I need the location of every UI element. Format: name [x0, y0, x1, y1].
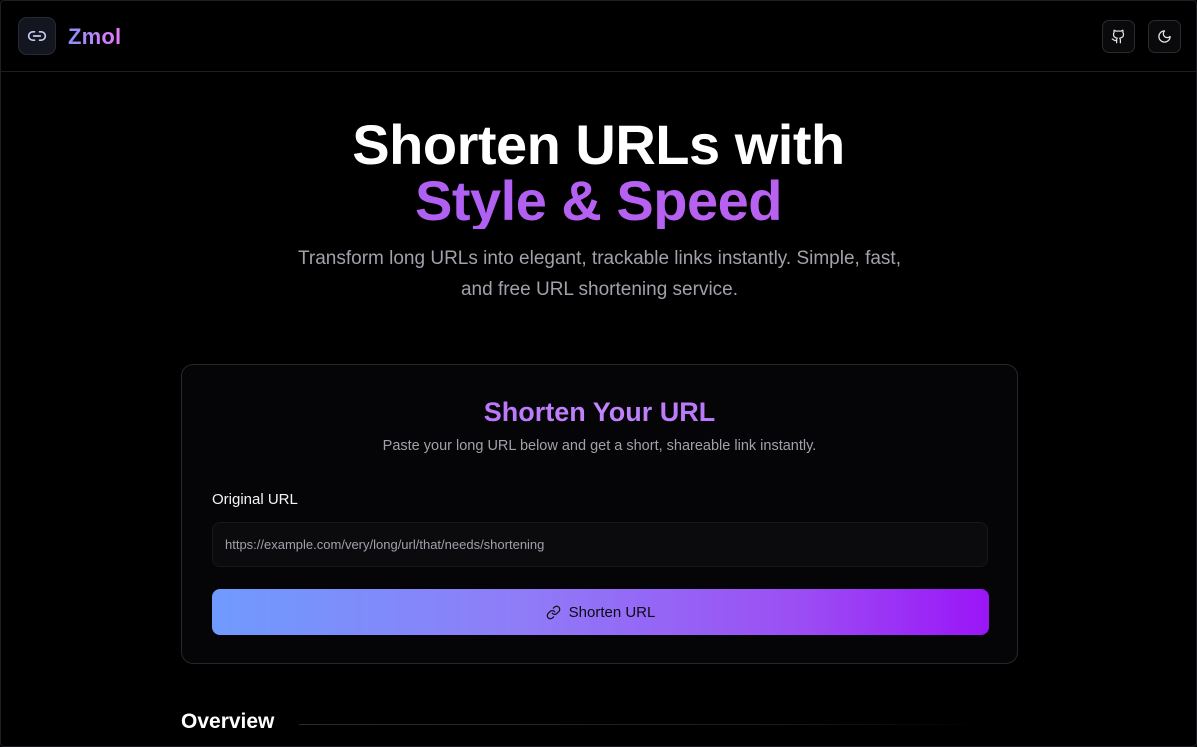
- card-title: Shorten Your URL: [182, 397, 1017, 428]
- github-icon: [1111, 29, 1125, 44]
- original-url-input[interactable]: [212, 522, 988, 567]
- app-window: Zmol Shorten URLs with Style & Speed Tra…: [0, 0, 1197, 747]
- hero-title-line1: Shorten URLs with: [352, 113, 845, 176]
- overview-heading: Overview: [181, 710, 275, 733]
- theme-toggle-button[interactable]: [1148, 20, 1181, 53]
- moon-icon: [1158, 30, 1171, 43]
- link-icon: [546, 605, 560, 619]
- shorten-card: Shorten Your URL Paste your long URL bel…: [181, 364, 1018, 664]
- original-url-label: Original URL: [212, 491, 298, 508]
- shorten-url-button[interactable]: Shorten URL: [212, 589, 989, 635]
- brand-name[interactable]: Zmol: [68, 24, 121, 50]
- top-navbar: Zmol: [1, 1, 1196, 72]
- link-icon: [27, 31, 47, 42]
- logo-button[interactable]: [18, 17, 56, 55]
- card-subtitle: Paste your long URL below and get a shor…: [382, 438, 817, 454]
- github-button[interactable]: [1102, 20, 1135, 53]
- hero-title-line2: Style & Speed: [1, 173, 1196, 229]
- overview-divider: [299, 724, 989, 725]
- hero-subtitle: Transform long URLs into elegant, tracka…: [298, 248, 901, 300]
- shorten-url-button-label: Shorten URL: [568, 603, 656, 621]
